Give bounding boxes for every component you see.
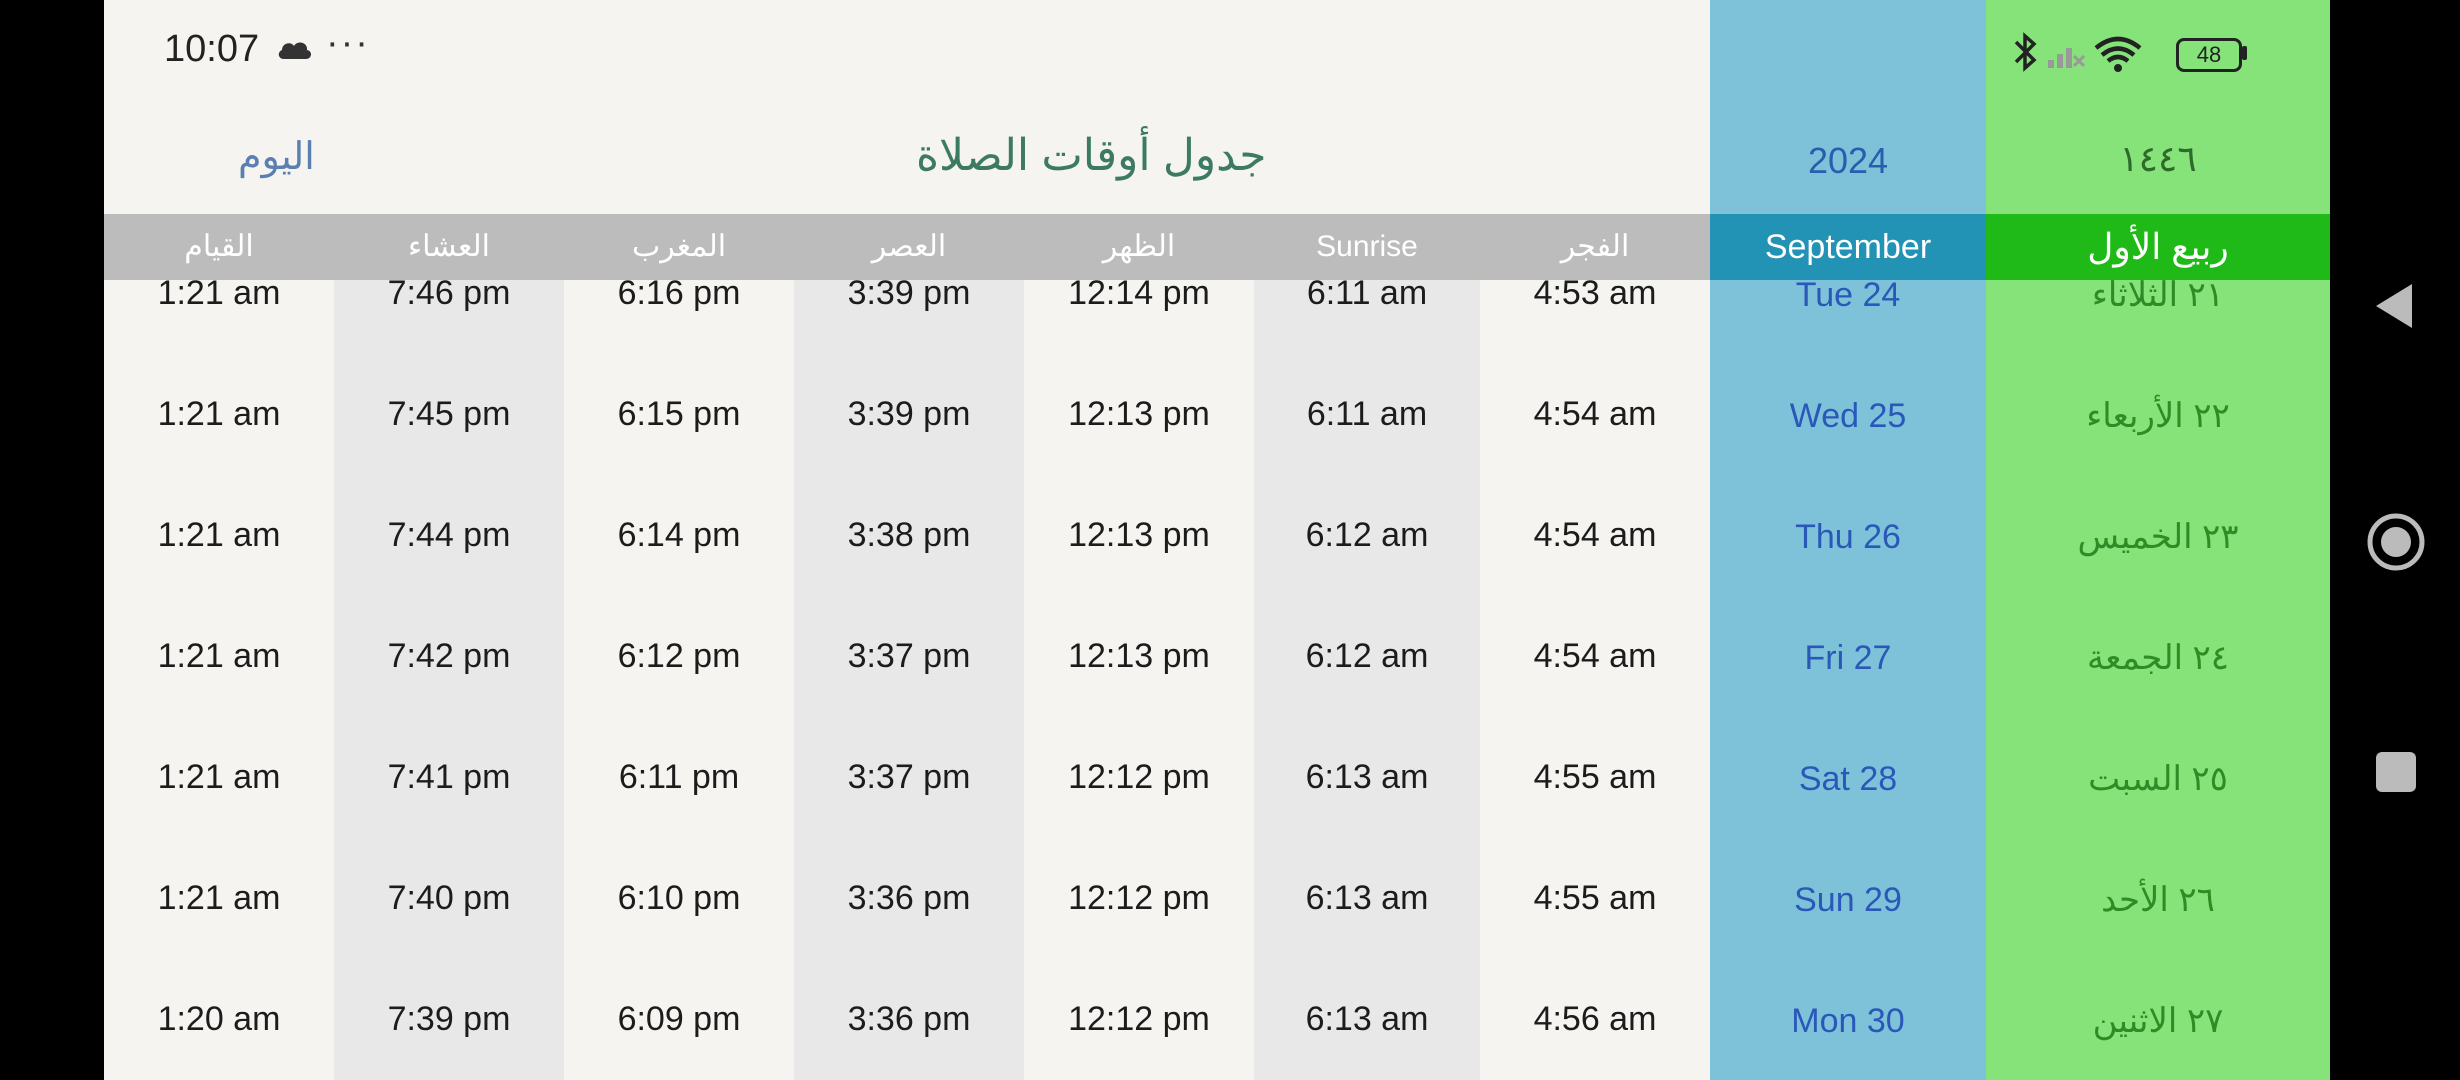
cell-sunrise: 6:13 am xyxy=(1305,879,1429,917)
home-circle-icon[interactable] xyxy=(2366,512,2426,572)
cell-qiyam: 1:21 am xyxy=(157,274,281,312)
cell-fajr: 4:55 am xyxy=(1533,758,1657,796)
cell-dhuhr: 12:13 pm xyxy=(1068,637,1210,675)
gregorian-year: 2024 xyxy=(1807,140,1889,181)
cell-hijri: ٢٢ الأربعاء xyxy=(2086,397,2230,435)
cell-sunrise: 6:12 am xyxy=(1305,637,1429,675)
cell-sunrise: 6:11 am xyxy=(1306,395,1428,433)
cell-maghrib: 6:14 pm xyxy=(617,516,741,554)
cell-qiyam: 1:21 am xyxy=(157,637,281,675)
hijri-year: ١٤٤٦ xyxy=(2119,138,2197,179)
cell-hijri: ٢٤ الجمعة xyxy=(2086,639,2230,677)
cell-isha: 7:42 pm xyxy=(387,637,511,675)
cell-sunrise: 6:11 am xyxy=(1306,274,1428,312)
cell-maghrib: 6:15 pm xyxy=(617,395,741,433)
wifi-icon xyxy=(2094,36,2142,72)
cell-hijri: ٢٥ السبت xyxy=(2088,760,2228,798)
cell-greg: Thu 26 xyxy=(1795,518,1901,556)
cell-qiyam: 1:20 am xyxy=(157,1000,281,1038)
bluetooth-icon xyxy=(2014,32,2037,72)
back-triangle-icon[interactable] xyxy=(2374,282,2414,330)
cell-hijri: ٢٦ الأحد xyxy=(2101,881,2215,919)
cell-isha: 7:41 pm xyxy=(387,758,511,796)
cell-maghrib: 6:12 pm xyxy=(617,637,741,675)
cell-dhuhr: 12:13 pm xyxy=(1068,516,1210,554)
cell-asr: 3:36 pm xyxy=(847,879,971,917)
cell-asr: 3:37 pm xyxy=(847,637,971,675)
cell-sunrise: 6:12 am xyxy=(1305,516,1429,554)
cell-asr: 3:38 pm xyxy=(847,516,971,554)
cell-isha: 7:46 pm xyxy=(387,274,511,312)
cell-fajr: 4:54 am xyxy=(1533,395,1657,433)
cell-greg: Wed 25 xyxy=(1789,397,1907,435)
cell-greg: Tue 24 xyxy=(1795,276,1901,314)
cell-asr: 3:39 pm xyxy=(847,274,971,312)
more-notifications-icon: ··· xyxy=(326,22,370,64)
cell-hijri: ٢١ الثلاثاء xyxy=(2091,276,2225,314)
battery-icon: 48 xyxy=(2176,38,2242,72)
prayer-times-app: 10:07 ··· 48 اليوم جدول أوقات الصلاة 202… xyxy=(104,0,2330,1080)
cell-maghrib: 6:10 pm xyxy=(617,879,741,917)
cell-isha: 7:44 pm xyxy=(387,516,511,554)
cell-asr: 3:37 pm xyxy=(847,758,971,796)
cell-maghrib: 6:16 pm xyxy=(617,274,741,312)
cell-hijri: ٢٣ الخميس xyxy=(2077,518,2239,556)
cell-sunrise: 6:13 am xyxy=(1305,758,1429,796)
cell-dhuhr: 12:13 pm xyxy=(1068,395,1210,433)
status-icons xyxy=(2014,32,2142,72)
cell-greg: Sat 28 xyxy=(1798,760,1898,798)
cell-asr: 3:36 pm xyxy=(847,1000,971,1038)
cell-hijri: ٢٧ الاثنين xyxy=(2092,1002,2224,1040)
cell-dhuhr: 12:12 pm xyxy=(1068,758,1210,796)
cell-isha: 7:45 pm xyxy=(387,395,511,433)
cell-qiyam: 1:21 am xyxy=(157,758,281,796)
cell-dhuhr: 12:12 pm xyxy=(1068,879,1210,917)
cell-dhuhr: 12:12 pm xyxy=(1068,1000,1210,1038)
cell-isha: 7:39 pm xyxy=(387,1000,511,1038)
signal-icon xyxy=(2048,48,2086,68)
cell-qiyam: 1:21 am xyxy=(157,516,281,554)
cell-maghrib: 6:09 pm xyxy=(617,1000,741,1038)
cell-greg: Mon 30 xyxy=(1791,1002,1905,1040)
cell-fajr: 4:54 am xyxy=(1533,637,1657,675)
recents-square-icon[interactable] xyxy=(2376,752,2416,792)
cell-isha: 7:40 pm xyxy=(387,879,511,917)
cell-greg: Sun 29 xyxy=(1794,881,1902,919)
cell-maghrib: 6:11 pm xyxy=(618,758,740,796)
cloud-icon xyxy=(278,42,312,59)
cell-sunrise: 6:13 am xyxy=(1305,1000,1429,1038)
cell-fajr: 4:53 am xyxy=(1533,274,1657,312)
cell-fajr: 4:56 am xyxy=(1533,1000,1657,1038)
page-title: جدول أوقات الصلاة xyxy=(916,131,1267,180)
battery-tip xyxy=(2242,46,2247,60)
cell-fajr: 4:55 am xyxy=(1533,879,1657,917)
status-time: 10:07 xyxy=(164,28,260,70)
today-button[interactable]: اليوم xyxy=(238,134,315,179)
cell-qiyam: 1:21 am xyxy=(157,395,281,433)
cell-dhuhr: 12:14 pm xyxy=(1068,274,1210,312)
cell-greg: Fri 27 xyxy=(1804,639,1892,677)
cell-fajr: 4:54 am xyxy=(1533,516,1657,554)
cell-asr: 3:39 pm xyxy=(847,395,971,433)
cell-qiyam: 1:21 am xyxy=(157,879,281,917)
